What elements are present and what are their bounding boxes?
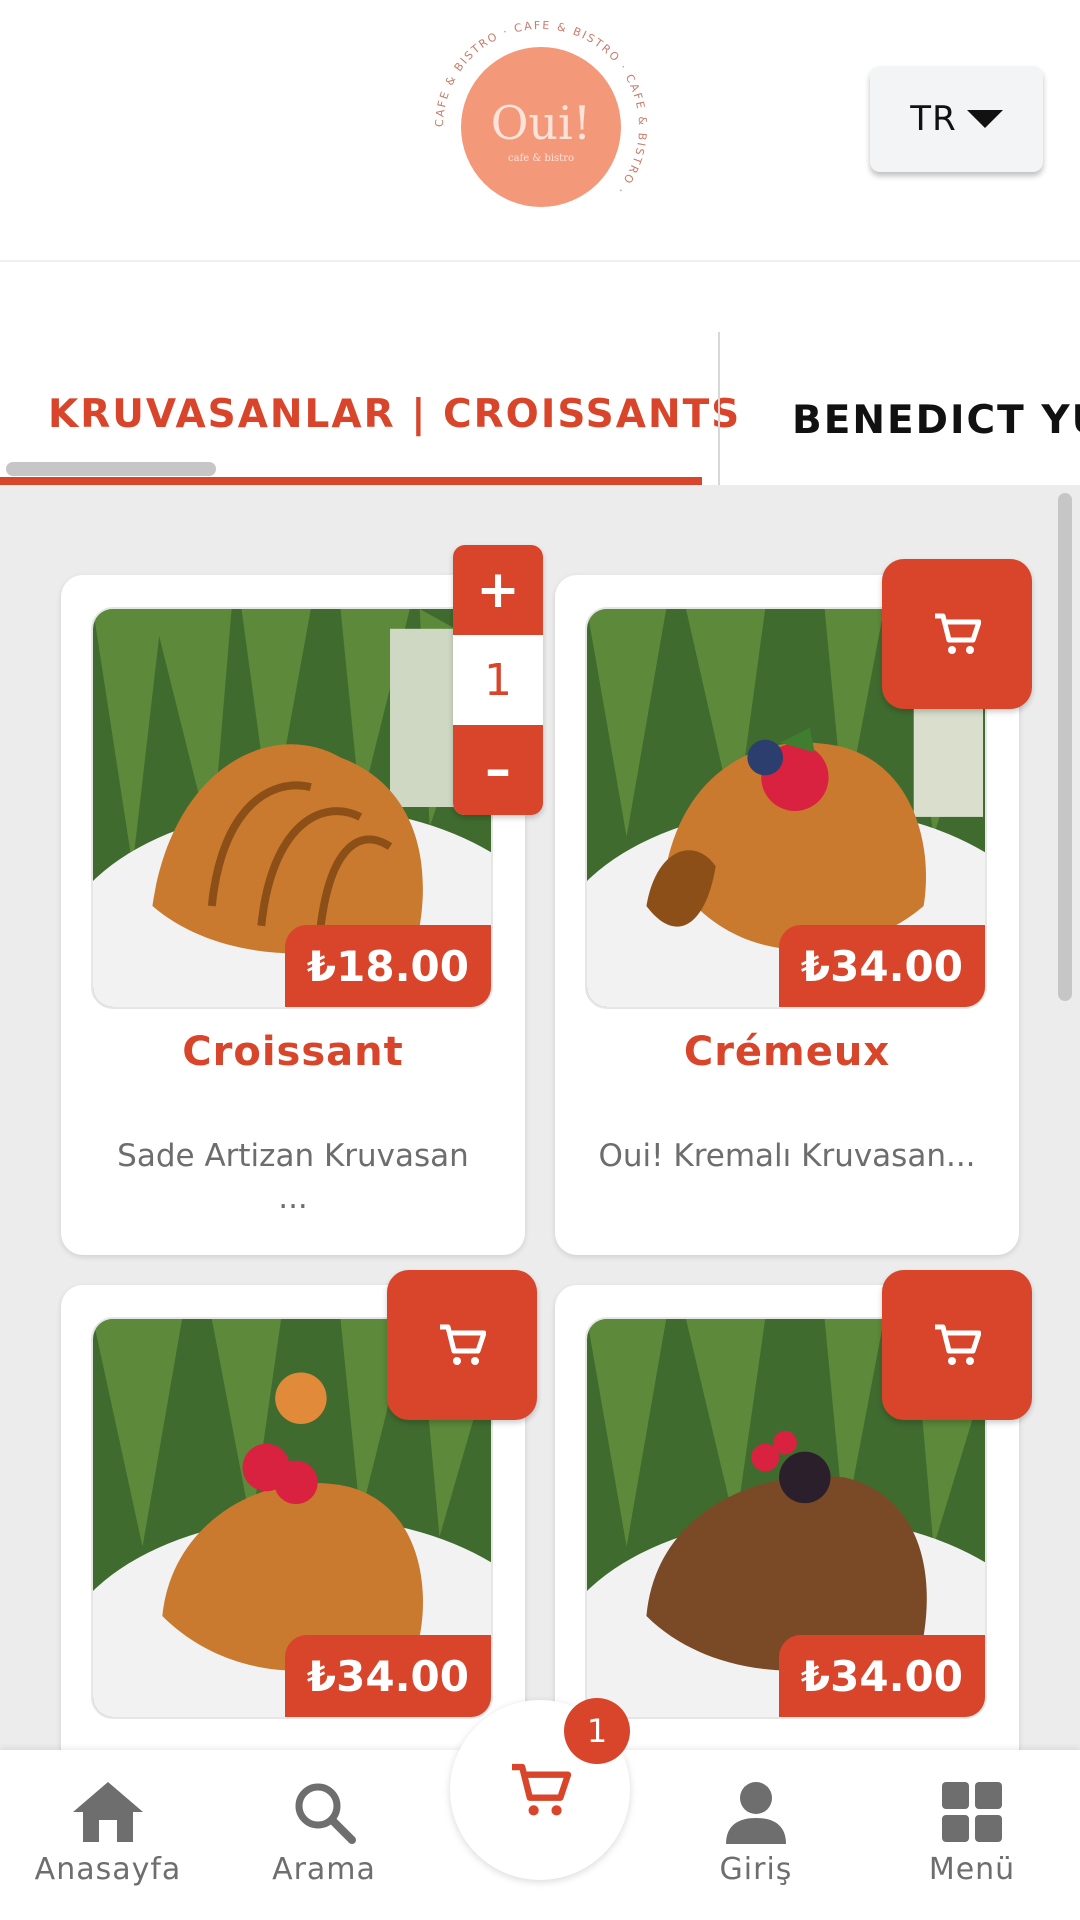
nav-search[interactable]: Arama <box>244 1780 404 1887</box>
product-description: Oui! Kremalı Kruvasan... <box>598 1138 976 1174</box>
decrease-button[interactable]: – <box>453 725 543 815</box>
price-tag: ₺34.00 <box>778 1635 985 1717</box>
cart-icon <box>935 1324 981 1365</box>
chevron-down-icon <box>966 110 1003 128</box>
header: CAFE & BISTRO · CAFE & BISTRO · CAFE & B… <box>0 0 1080 262</box>
home-icon <box>73 1782 143 1842</box>
cart-icon <box>935 613 981 654</box>
tab-label: KRUVASANLAR | CROISSANTS <box>48 392 742 437</box>
add-to-cart-button[interactable] <box>882 559 1032 709</box>
user-icon <box>726 1782 786 1844</box>
nav-login[interactable]: Giriş <box>676 1780 836 1887</box>
nav-label: Menü <box>928 1852 1016 1887</box>
nav-label: Giriş <box>719 1852 793 1887</box>
logo[interactable]: CAFE & BISTRO · CAFE & BISTRO · CAFE & B… <box>428 14 654 240</box>
language-label: TR <box>910 99 957 139</box>
product-description: Sade Artizan Kruvasan ... <box>117 1138 469 1216</box>
increase-button[interactable]: + <box>453 545 543 635</box>
nav-label: Anasayfa <box>34 1852 182 1887</box>
search-icon <box>295 1783 356 1844</box>
cart-count-badge: 1 <box>564 1698 630 1764</box>
tab-benedict[interactable]: BENEDICT YUM <box>792 398 1080 443</box>
vertical-scrollbar[interactable] <box>1058 493 1072 1001</box>
product-name: Crémeux <box>683 1029 891 1075</box>
tab-divider <box>718 332 720 485</box>
price-tag: ₺34.00 <box>284 1635 491 1717</box>
price-tag: ₺18.00 <box>284 925 491 1007</box>
language-select[interactable]: TR <box>870 66 1043 172</box>
quantity-value: 1 <box>484 654 512 706</box>
grid-icon <box>942 1782 1002 1842</box>
product-name: Croissant <box>182 1029 404 1075</box>
horizontal-scrollbar[interactable] <box>6 462 216 476</box>
add-to-cart-button[interactable] <box>387 1270 537 1420</box>
add-to-cart-button[interactable] <box>882 1270 1032 1420</box>
cart-icon <box>512 1763 572 1816</box>
product-image: ₺18.00 <box>91 607 493 1009</box>
tab-kruvasanlar[interactable]: KRUVASANLAR | CROISSANTS <box>0 270 739 485</box>
cart-icon <box>440 1324 486 1365</box>
quantity-stepper: + 1 – <box>453 545 543 815</box>
nav-menu[interactable]: Menü <box>892 1780 1052 1887</box>
nav-home[interactable]: Anasayfa <box>28 1780 188 1887</box>
svg-text:Oui!: Oui! <box>491 96 592 150</box>
active-tab-indicator <box>0 477 702 485</box>
svg-text:cafe & bistro: cafe & bistro <box>508 153 574 164</box>
category-tabs: KRUVASANLAR | CROISSANTS BENEDICT YUM <box>0 270 1080 485</box>
price-tag: ₺34.00 <box>778 925 985 1007</box>
nav-label: Arama <box>272 1852 376 1887</box>
